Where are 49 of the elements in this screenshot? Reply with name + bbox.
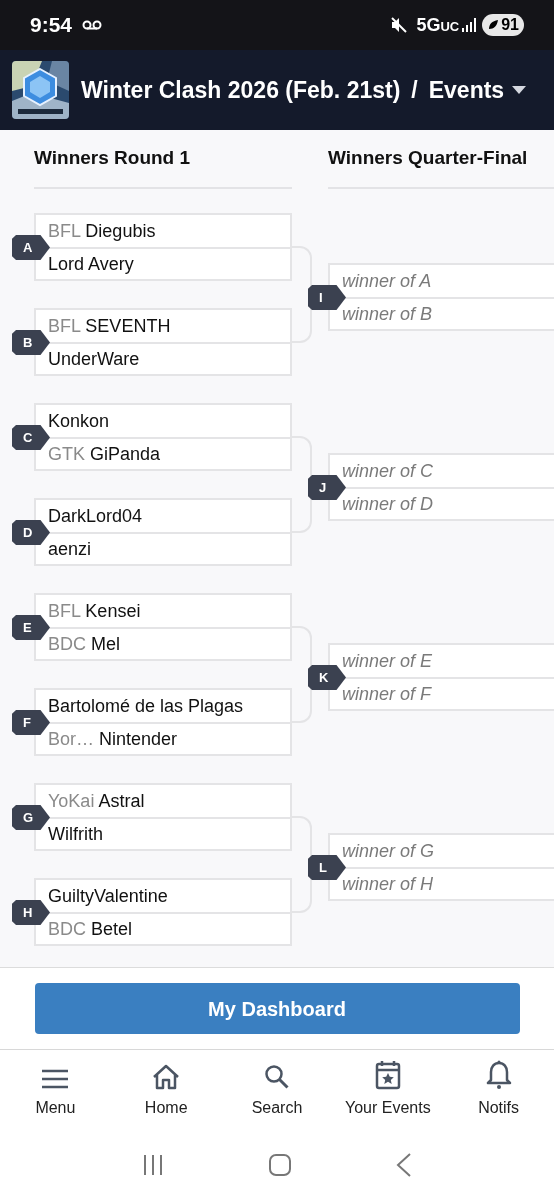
- match-card[interactable]: Konkon GTK GiPanda: [34, 403, 292, 471]
- entrant-row-text: Bartolomé de las Plagas: [47, 694, 245, 718]
- recent-apps-icon[interactable]: [142, 1154, 164, 1176]
- entrant-row-text: GuiltyValentine: [47, 884, 169, 908]
- match-card[interactable]: winner of E winner of F: [328, 643, 554, 711]
- home-button-icon[interactable]: [268, 1153, 292, 1177]
- entrant-row-text: Konkon: [47, 409, 111, 433]
- caret-icon: [512, 86, 527, 94]
- match-card[interactable]: winner of A winner of B: [328, 263, 554, 331]
- entrant-row-text: BFL Kensei: [47, 599, 142, 623]
- entrant-row-text: BFL Diegubis: [47, 219, 157, 243]
- match-badge: H: [12, 900, 50, 925]
- entrant-row-text: YoKai Astral: [47, 789, 146, 813]
- breadcrumb-separator: /: [411, 75, 418, 105]
- dashboard-button[interactable]: My Dashboard: [34, 983, 520, 1034]
- match-card[interactable]: YoKai Astral Wilfrith: [34, 783, 292, 851]
- match-card[interactable]: Bartolomé de las Plagas Bor… Nintender: [34, 688, 292, 756]
- nav-item[interactable]: Your Events: [332, 1050, 444, 1130]
- back-icon[interactable]: [396, 1153, 412, 1177]
- status-time: 9:54: [30, 12, 73, 39]
- match-card[interactable]: GuiltyValentine BDC Betel: [34, 878, 292, 946]
- battery-indicator: 91: [482, 14, 524, 36]
- match-badge: E: [12, 615, 50, 640]
- match-badge: D: [12, 520, 50, 545]
- nav-item[interactable]: Notifs: [443, 1050, 554, 1130]
- section-dropdown[interactable]: Events: [428, 72, 527, 108]
- match-badge: F: [12, 710, 50, 735]
- match-badge: B: [12, 330, 50, 355]
- match-card[interactable]: BFL Kensei BDC Mel: [34, 593, 292, 661]
- match-card[interactable]: winner of C winner of D: [328, 453, 554, 521]
- match-card[interactable]: BFL SEVENTH UnderWare: [34, 308, 292, 376]
- voicemail-icon: [82, 20, 103, 30]
- nav-item[interactable]: Menu: [0, 1050, 111, 1130]
- signal-icon: [462, 18, 479, 32]
- nav-item[interactable]: Home: [110, 1050, 222, 1130]
- network-label: 5GUC: [416, 13, 460, 37]
- round-heading: Winners Quarter-Final: [328, 146, 528, 171]
- match-card[interactable]: winner of G winner of H: [328, 833, 554, 901]
- match-badge: C: [12, 425, 50, 450]
- match-card[interactable]: DarkLord04 aenzi: [34, 498, 292, 566]
- match-badge: A: [12, 235, 50, 260]
- event-title[interactable]: Winter Clash 2026 (Feb. 21st): [81, 72, 401, 108]
- nav-item[interactable]: Search: [221, 1050, 333, 1130]
- round-heading: Winners Round 1: [34, 146, 191, 171]
- match-card[interactable]: BFL Diegubis Lord Avery: [34, 213, 292, 281]
- entrant-row-text: DarkLord04: [47, 504, 144, 528]
- mute-icon: [390, 16, 409, 34]
- entrant-row-text: BFL SEVENTH: [47, 314, 172, 338]
- bell-icon: [485, 1060, 512, 1090]
